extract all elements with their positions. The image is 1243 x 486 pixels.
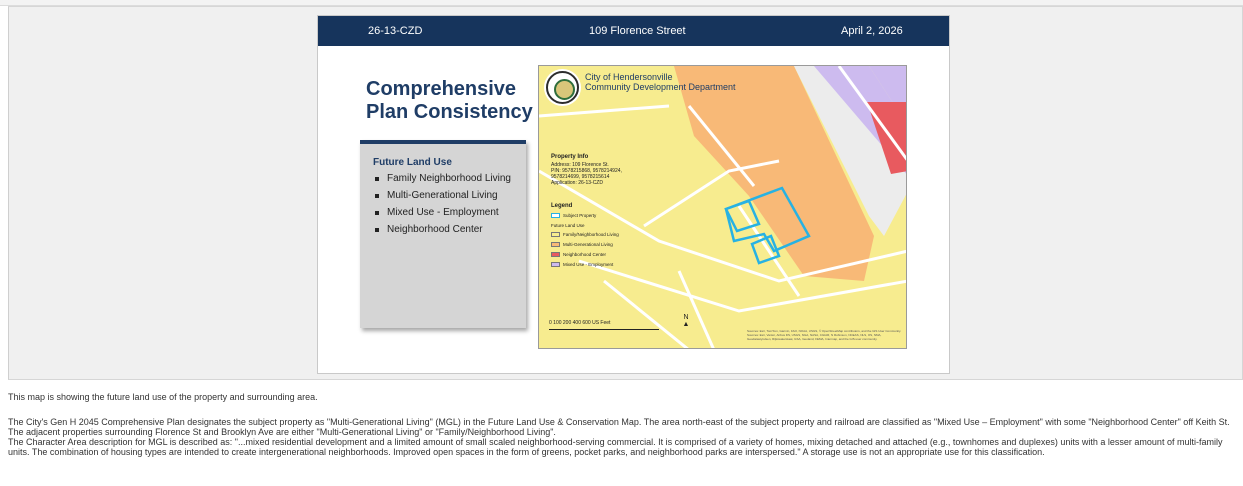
legend-item-subject: Subject Property: [551, 213, 631, 219]
meeting-date: April 2, 2026: [841, 25, 903, 37]
list-item: Neighborhood Center: [373, 224, 523, 235]
description-paragraph: The Character Area description for MGL i…: [8, 437, 1223, 457]
panel-title: Future Land Use: [373, 157, 452, 168]
description-paragraph: The City's Gen H 2045 Comprehensive Plan…: [8, 417, 1230, 437]
map-credits: Sources: Esri, TomTom, Garmin, FAO, NOAA…: [747, 329, 902, 341]
legend-swatch: [551, 252, 560, 257]
property-info-application: Application: 26-13-CZD: [551, 180, 603, 186]
legend-label: Mixed Use - Employment: [563, 262, 614, 267]
city-seal-logo: [546, 71, 579, 104]
legend-swatch: [551, 242, 560, 247]
future-land-use-panel: Future Land Use Family Neighborhood Livi…: [360, 140, 526, 328]
legend-swatch: [551, 262, 560, 267]
legend-item: Mixed Use - Employment: [551, 262, 631, 268]
legend-label: Multi-Generational Living: [563, 242, 613, 247]
legend-label: Neighborhood Center: [563, 252, 607, 257]
property-info: Property Info Address: 109 Florence St. …: [551, 154, 651, 186]
property-address: 109 Florence Street: [589, 25, 686, 37]
slide: 26-13-CZD 109 Florence Street April 2, 2…: [317, 15, 950, 374]
legend-item: Family/Neighborhood Living: [551, 232, 631, 238]
property-info-heading: Property Info: [551, 154, 589, 160]
legend-label: Subject Property: [563, 213, 597, 218]
list-item: Mixed Use - Employment: [373, 207, 523, 218]
slide-title-line2: Plan Consistency: [366, 101, 533, 123]
map-organization: City of Hendersonville Community Develop…: [585, 72, 736, 92]
slide-header: 26-13-CZD 109 Florence Street April 2, 2…: [318, 16, 949, 46]
legend-item: Neighborhood Center: [551, 252, 631, 258]
legend-item: Multi-Generational Living: [551, 242, 631, 248]
map-org-line1: City of Hendersonville: [585, 72, 673, 82]
property-info-pin: PIN: 9578215868, 9578214924, 9578214699,…: [551, 168, 622, 180]
legend-label: Family/Neighborhood Living: [563, 232, 619, 237]
north-label: N: [683, 314, 689, 321]
slide-title-line1: Comprehensive: [366, 78, 517, 100]
list-item: Family Neighborhood Living: [373, 173, 523, 184]
map-org-line2: Community Development Department: [585, 82, 736, 92]
case-number: 26-13-CZD: [368, 25, 423, 37]
slide-title: Comprehensive Plan Consistency: [366, 78, 546, 124]
legend-subheading: Future Land Use: [551, 223, 585, 228]
north-arrow-glyph: ▲: [682, 321, 690, 328]
scale-labels: 0 100 200 400 600 US Feet: [549, 320, 611, 326]
north-arrow-icon: N ▲: [681, 314, 691, 328]
legend-swatch: [551, 213, 560, 218]
legend-heading: Legend: [551, 203, 573, 209]
scale-bar: [549, 328, 659, 330]
legend-swatch: [551, 232, 560, 237]
list-item: Multi-Generational Living: [373, 190, 523, 201]
map-caption: This map is showing the future land use …: [8, 392, 318, 402]
description: The City's Gen H 2045 Comprehensive Plan…: [8, 417, 1240, 457]
map-legend: Legend Subject Property Future Land Use …: [551, 203, 631, 272]
land-use-list: Family Neighborhood Living Multi-Generat…: [373, 173, 526, 235]
future-land-use-map: City of Hendersonville Community Develop…: [538, 65, 907, 349]
